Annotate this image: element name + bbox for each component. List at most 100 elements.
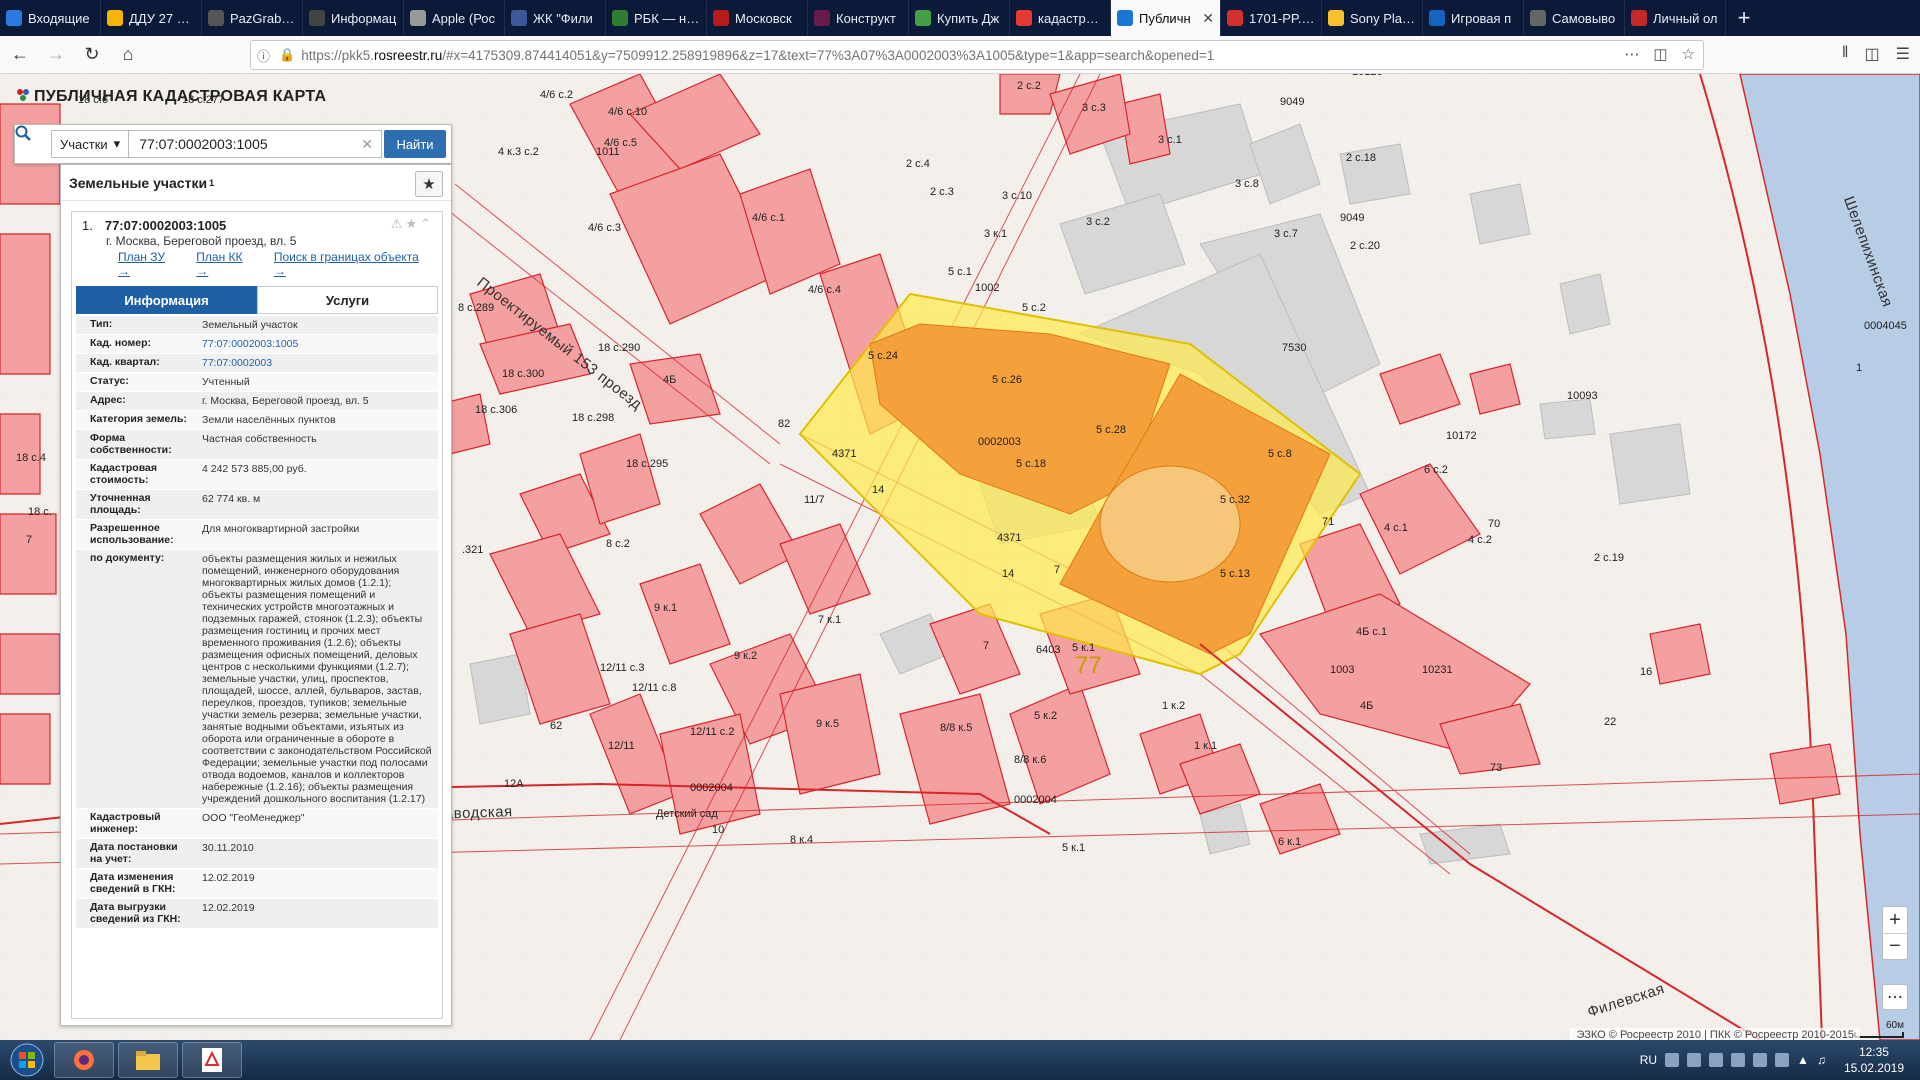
zoom-in-button[interactable]: + [1883, 907, 1907, 933]
map-object-label: 11/7 [804, 494, 825, 506]
tab-label: Игровая п [1451, 10, 1512, 26]
tab-favicon-icon [1328, 10, 1344, 26]
home-icon[interactable]: ⌂ [112, 40, 144, 70]
info-value: Земельный участок [202, 319, 298, 331]
network-icon[interactable]: ▲ [1797, 1053, 1809, 1067]
info-row: по документу: объекты размещения жилых и … [76, 550, 438, 809]
info-row: Кад. номер: 77:07:0002003:1005 [76, 335, 438, 354]
map-object-label: 4371 [997, 532, 1022, 544]
map-object-label: 12/11 с.8 [632, 682, 677, 694]
map-object-label: 1002 [975, 282, 1000, 294]
browser-tab[interactable]: Самовыво [1524, 0, 1625, 36]
clock[interactable]: 12:35 15.02.2019 [1844, 1044, 1904, 1076]
map-object-label: 0002004 [690, 782, 733, 794]
parcel-title[interactable]: 1. 77:07:0002003:1005 [82, 218, 434, 233]
scale-bar: 60м [1854, 1020, 1904, 1038]
map-object-label: 8 с.289 [458, 302, 495, 314]
volume-icon[interactable]: ♫ [1817, 1053, 1826, 1067]
favorite-button[interactable]: ★ [415, 171, 443, 197]
browser-tab[interactable]: Информац [303, 0, 404, 36]
browser-tab[interactable]: ЖК "Фили [505, 0, 606, 36]
tab-favicon-icon [713, 10, 729, 26]
tray-icon-5[interactable] [1753, 1053, 1768, 1067]
info-row: Разрешенное использование: Для многокварт… [76, 520, 438, 550]
pdf-taskbar-icon[interactable] [182, 1042, 242, 1078]
tray-icon-1[interactable] [1665, 1053, 1680, 1067]
browser-tab[interactable]: Игровая п [1423, 0, 1524, 36]
map-object-label: 3 с.2 [1086, 216, 1110, 228]
info-value-link[interactable]: 77:07:0002003 [196, 354, 438, 372]
map-object-label: 3 с.3 [1082, 102, 1106, 114]
browser-tab[interactable]: Публичн ✕ [1111, 0, 1221, 36]
tab-favicon-icon [814, 10, 830, 26]
url-text[interactable]: https://pkk5.rosreestr.ru/#x=4175309.874… [301, 48, 1214, 63]
browser-tab[interactable]: Купить Дж [909, 0, 1010, 36]
tab-services[interactable]: Услуги [257, 286, 438, 314]
pocket-icon[interactable]: ◫ [1653, 45, 1667, 63]
link-search-within[interactable]: Поиск в границах объекта → [274, 250, 434, 278]
browser-tab[interactable]: Московск [707, 0, 808, 36]
info-value-link[interactable]: 77:07:0002003:1005 [196, 335, 438, 353]
firefox-taskbar-icon[interactable] [54, 1042, 114, 1078]
sidebar-icon[interactable]: ◫ [1865, 44, 1880, 64]
search-type-select[interactable]: Участки ▾ [51, 130, 130, 158]
browser-tab[interactable]: PazGrabber [202, 0, 303, 36]
tab-favicon-icon [107, 10, 123, 26]
page-actions-icon[interactable]: ⋯ [1624, 45, 1639, 63]
tab-information[interactable]: Информация [76, 286, 257, 314]
forward-icon[interactable]: → [40, 40, 72, 70]
tab-close-icon[interactable]: ✕ [1202, 10, 1214, 27]
start-button[interactable] [4, 1041, 50, 1079]
clock-time: 12:35 [1858, 1045, 1889, 1059]
more-options-button[interactable]: ⋯ [1882, 984, 1908, 1010]
tray-icon-4[interactable] [1731, 1053, 1746, 1067]
map-object-label: 10231 [1422, 664, 1453, 676]
star-outline-icon[interactable]: ★ [405, 216, 420, 231]
tray-icon-6[interactable] [1775, 1053, 1790, 1067]
find-button[interactable]: Найти [384, 130, 446, 158]
info-key: Дата изменения сведений в ГКН: [90, 871, 176, 895]
map-object-label: 12/11 с.2 [690, 726, 735, 738]
browser-tab[interactable]: ДДУ 27 м.с [101, 0, 202, 36]
library-icon[interactable]: ‖ [1842, 44, 1849, 64]
cadastral-map[interactable]: ПУБЛИЧНАЯ КАДАСТРОВАЯ КАРТА 18 с.6 18 с.2… [0, 74, 1920, 1040]
bookmark-star-icon[interactable]: ☆ [1682, 45, 1695, 63]
browser-tab[interactable]: Конструкт [808, 0, 909, 36]
map-object-label: 18 с.4 [16, 452, 46, 464]
clear-icon[interactable]: ✕ [361, 136, 373, 153]
back-icon[interactable]: ← [4, 40, 36, 70]
map-object-label: 0004045 [1864, 320, 1907, 332]
new-tab-button[interactable]: + [1726, 0, 1762, 36]
url-bar[interactable]: ⓘ 🔒 https://pkk5.rosreestr.ru/#x=4175309… [250, 40, 1704, 70]
tab-favicon-icon [1227, 10, 1243, 26]
tray-icon-2[interactable] [1687, 1053, 1702, 1067]
map-object-label: 5 с.32 [1220, 494, 1250, 506]
browser-tab[interactable]: Sony PlaySt [1322, 0, 1423, 36]
language-indicator[interactable]: RU [1640, 1053, 1657, 1067]
browser-tab[interactable]: Apple (Рос [404, 0, 505, 36]
info-icon[interactable]: ⓘ [257, 46, 273, 65]
search-input[interactable]: 77:07:0002003:1005 ✕ [129, 130, 382, 158]
info-key: Кадастровый инженер: [90, 811, 161, 835]
link-plan-zu[interactable]: План ЗУ → [118, 250, 180, 278]
tab-favicon-icon [1429, 10, 1445, 26]
tab-favicon-icon [1117, 10, 1133, 26]
zoom-out-button[interactable]: − [1883, 933, 1907, 959]
reload-icon[interactable]: ↻ [76, 40, 108, 70]
collapse-icon[interactable]: ⌃ [420, 216, 434, 231]
browser-tab[interactable]: Входящие [0, 0, 101, 36]
info-key: Форма собственности: [90, 432, 172, 456]
browser-tab[interactable]: РБК — нов [606, 0, 707, 36]
search-icon[interactable] [15, 125, 51, 163]
browser-tab[interactable]: кадастрова [1010, 0, 1111, 36]
browser-tab[interactable]: Личный ол [1625, 0, 1726, 36]
warning-icon[interactable]: ⚠ [391, 216, 406, 231]
info-row: Кад. квартал: 77:07:0002003 [76, 354, 438, 373]
browser-tab[interactable]: 1701-PP.pc [1221, 0, 1322, 36]
folder-taskbar-icon[interactable] [118, 1042, 178, 1078]
map-object-label: 7 [1054, 564, 1061, 576]
link-plan-kk[interactable]: План КК → [196, 250, 258, 278]
menu-icon[interactable]: ☰ [1896, 44, 1910, 64]
map-object-label: 4/6 с.1 [752, 212, 786, 224]
tray-icon-3[interactable] [1709, 1053, 1724, 1067]
